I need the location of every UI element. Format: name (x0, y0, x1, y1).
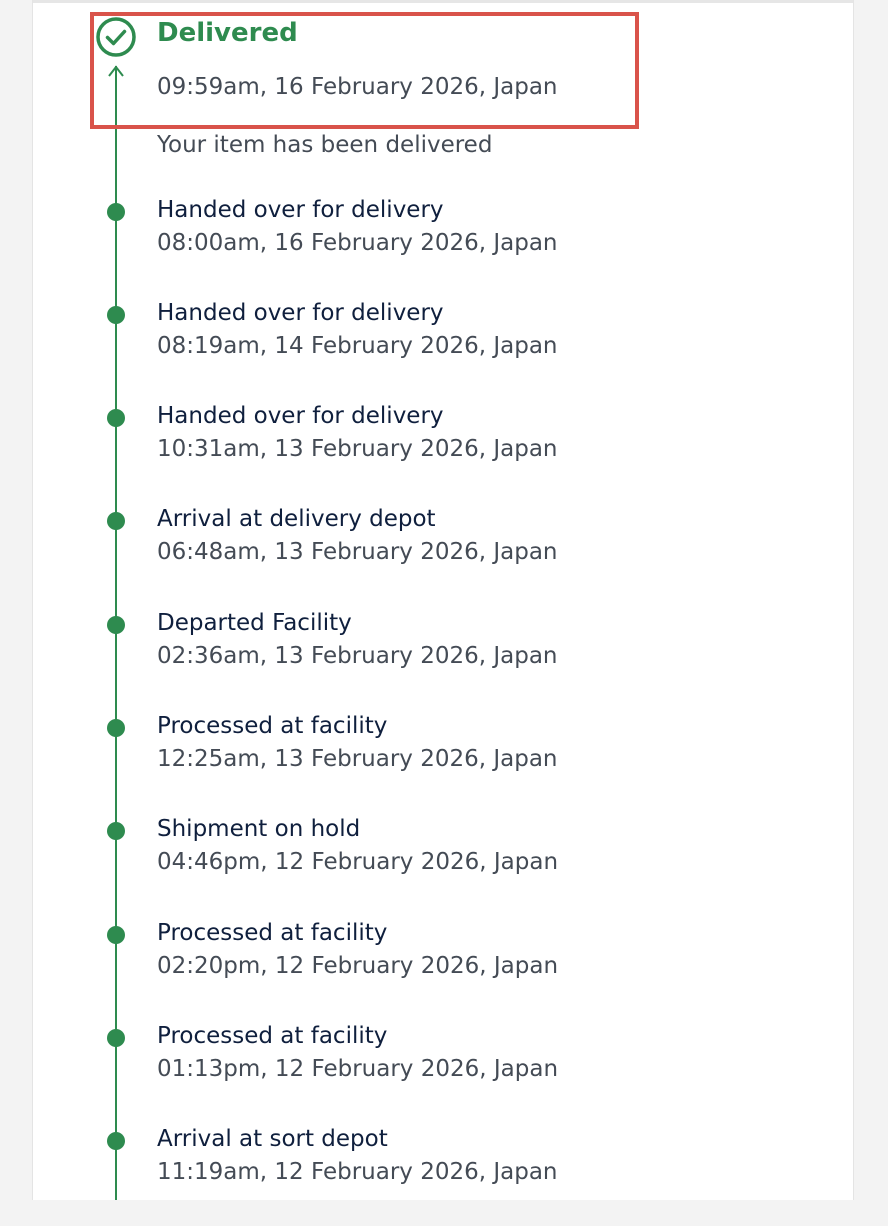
event-title: Processed at facility (157, 713, 388, 739)
timeline-dot (107, 719, 125, 737)
delivered-description: Your item has been delivered (157, 132, 493, 158)
event-timestamp: 08:19am, 14 February 2026, Japan (157, 333, 558, 359)
timeline-dot (107, 1029, 125, 1047)
delivered-status-title: Delivered (157, 18, 298, 48)
event-title: Handed over for delivery (157, 300, 444, 326)
event-timestamp: 02:20pm, 12 February 2026, Japan (157, 953, 559, 979)
timeline-event: Handed over for delivery 10:31am, 13 Feb… (33, 403, 855, 503)
timeline-dot (107, 926, 125, 944)
timeline-dot (107, 512, 125, 530)
event-title: Handed over for delivery (157, 197, 444, 223)
event-timestamp: 12:25am, 13 February 2026, Japan (157, 746, 558, 772)
timeline-event: Processed at facility 01:13pm, 12 Februa… (33, 1023, 855, 1123)
event-timestamp: 08:00am, 16 February 2026, Japan (157, 230, 558, 256)
event-title: Handed over for delivery (157, 403, 444, 429)
event-timestamp: 01:13pm, 12 February 2026, Japan (157, 1056, 559, 1082)
event-title: Processed at facility (157, 920, 388, 946)
timeline-event: Handed over for delivery 08:19am, 14 Feb… (33, 300, 855, 400)
event-title: Shipment on hold (157, 816, 361, 842)
timeline-dot (107, 822, 125, 840)
timeline-dot (107, 306, 125, 324)
event-title: Arrival at sort depot (157, 1126, 388, 1152)
event-timestamp: 02:36am, 13 February 2026, Japan (157, 643, 558, 669)
event-title: Departed Facility (157, 610, 352, 636)
timeline-dot (107, 616, 125, 634)
timeline-dot (107, 203, 125, 221)
event-title: Processed at facility (157, 1023, 388, 1049)
timeline-event: Arrival at sort depot 11:19am, 12 Februa… (33, 1126, 855, 1226)
event-title: Arrival at delivery depot (157, 506, 436, 532)
timeline-event: Handed over for delivery 08:00am, 16 Feb… (33, 197, 855, 297)
timeline-event: Departed Facility 02:36am, 13 February 2… (33, 610, 855, 710)
event-timestamp: 11:19am, 12 February 2026, Japan (157, 1159, 558, 1185)
top-divider (33, 0, 853, 3)
delivered-timestamp: 09:59am, 16 February 2026, Japan (157, 74, 558, 100)
event-timestamp: 04:46pm, 12 February 2026, Japan (157, 849, 559, 875)
timeline-event: Processed at facility 12:25am, 13 Februa… (33, 713, 855, 813)
timeline-dot (107, 1132, 125, 1150)
timeline-event: Shipment on hold 04:46pm, 12 February 20… (33, 816, 855, 916)
timeline-event: Processed at facility 02:20pm, 12 Februa… (33, 920, 855, 1020)
timeline-dot (107, 409, 125, 427)
tracking-card: Delivered 09:59am, 16 February 2026, Jap… (32, 0, 854, 1200)
event-timestamp: 10:31am, 13 February 2026, Japan (157, 436, 558, 462)
event-timestamp: 06:48am, 13 February 2026, Japan (157, 539, 558, 565)
timeline-event: Arrival at delivery depot 06:48am, 13 Fe… (33, 506, 855, 606)
